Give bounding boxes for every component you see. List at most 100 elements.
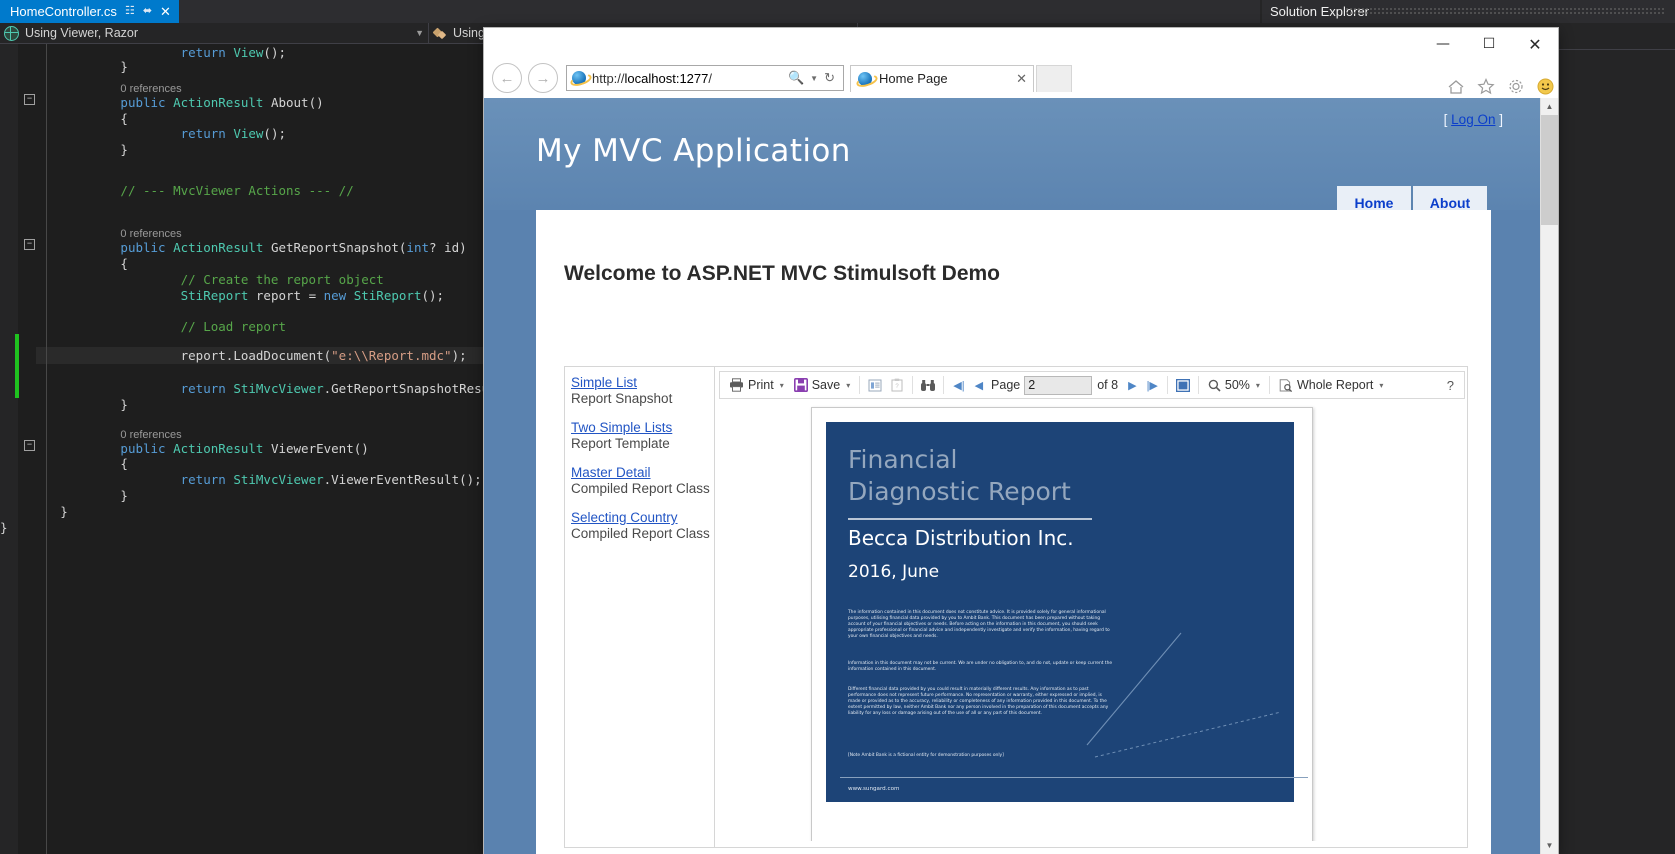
list-item[interactable]: Simple List Report Snapshot [571, 375, 711, 407]
page-scrollbar[interactable]: ▲ ▼ [1540, 98, 1558, 854]
last-page-button[interactable]: |▶ [1142, 379, 1163, 392]
page-title: Welcome to ASP.NET MVC Stimulsoft Demo [564, 262, 1001, 285]
sample-link-master-detail[interactable]: Master Detail [571, 465, 711, 481]
close-button[interactable]: ✕ [1512, 28, 1558, 60]
refresh-icon[interactable]: ↻ [822, 70, 837, 86]
forward-button[interactable]: → [528, 63, 558, 93]
help-button[interactable]: ? [1447, 378, 1460, 393]
save-button[interactable]: Save ▾ [789, 374, 856, 396]
report-title: Financial Diagnostic Report [848, 444, 1268, 508]
toolbar-separator [943, 376, 945, 394]
logon-bracket-left: [ [1443, 112, 1448, 127]
browser-title-bar[interactable]: — ☐ ✕ [484, 28, 1558, 60]
toolbar-separator [859, 376, 861, 394]
search-icon[interactable]: 🔍 [786, 70, 806, 86]
scroll-down-arrow[interactable]: ▼ [1541, 837, 1558, 854]
report-page: Financial Diagnostic Report Becca Distri… [811, 407, 1313, 841]
tab-pin-icon[interactable]: ⬌ [143, 0, 152, 23]
home-icon[interactable] [1447, 79, 1465, 95]
back-button[interactable]: ← [492, 63, 522, 93]
favorites-star-icon[interactable] [1477, 78, 1495, 95]
report-viewer: Print ▾ Save ▾ ? ◀| ◀ Page 2 of 8 ▶ |▶ 5… [714, 366, 1468, 848]
report-decorative-lines [1081, 617, 1296, 767]
outline-guide [46, 454, 52, 516]
report-title-line-2: Diagnostic Report [848, 477, 1071, 506]
title-underline [848, 518, 1092, 520]
next-page-button[interactable]: ▶ [1123, 379, 1141, 392]
sample-link-two-simple-lists[interactable]: Two Simple Lists [571, 420, 711, 436]
browser-tab-label: Home Page [879, 71, 948, 86]
binoculars-icon [921, 379, 936, 391]
address-bar-actions: 🔍 ▼ ↻ [786, 70, 839, 86]
sample-link-selecting-country[interactable]: Selecting Country [571, 510, 711, 526]
sample-subtitle: Report Template [571, 436, 670, 451]
report-disclaimer-1: The information contained in this docume… [848, 610, 1110, 640]
project-dropdown-label: Using Viewer, Razor [25, 26, 139, 40]
zoom-button[interactable]: 50% ▾ [1203, 374, 1265, 396]
maximize-button[interactable]: ☐ [1466, 28, 1512, 60]
report-disclaimer-3: Different financial data provided by you… [848, 687, 1109, 717]
gear-icon[interactable] [1507, 78, 1525, 95]
chevron-down-icon[interactable]: ▾ [1379, 381, 1383, 390]
list-item[interactable]: Two Simple Lists Report Template [571, 420, 711, 452]
project-dropdown[interactable]: Using Viewer, Razor ▼ [0, 23, 429, 43]
logon-area: [ Log On ] [1444, 112, 1503, 127]
bookmarks-icon [868, 379, 882, 391]
tab-favicon-icon [854, 71, 880, 89]
browser-command-bar [1447, 78, 1554, 95]
address-bar-url: http://localhost:1277/ [592, 70, 712, 86]
feedback-smiley-icon[interactable] [1537, 78, 1554, 95]
scrollbar-thumb[interactable] [1541, 115, 1558, 225]
report-canvas[interactable]: Financial Diagnostic Report Becca Distri… [719, 401, 1455, 841]
chevron-down-icon[interactable]: ▾ [1256, 381, 1260, 390]
mvc-application-page: [ Log On ] My MVC Application Home About… [484, 98, 1541, 854]
browser-viewport: [ Log On ] My MVC Application Home About… [484, 98, 1558, 854]
list-item[interactable]: Master Detail Compiled Report Class [571, 465, 711, 497]
outline-guide [46, 108, 52, 170]
editor-tab-strip: HomeController.cs ☷ ⬌ ✕ [0, 0, 1260, 23]
whole-report-icon [1279, 378, 1293, 392]
editor-tab-homecontroller[interactable]: HomeController.cs ☷ ⬌ ✕ [0, 0, 179, 23]
report-footer-url: www.sungard.com [848, 786, 900, 792]
sample-subtitle: Compiled Report Class [571, 526, 710, 541]
site-title: My MVC Application [536, 133, 851, 169]
tab-preview-icon[interactable]: ☷ [125, 0, 135, 23]
list-item[interactable]: Selecting Country Compiled Report Class [571, 510, 711, 542]
panel-drag-handle[interactable] [1345, 7, 1665, 16]
print-button[interactable]: Print ▾ [724, 374, 789, 396]
scroll-up-arrow[interactable]: ▲ [1541, 98, 1558, 115]
previous-page-button[interactable]: ◀ [970, 379, 988, 392]
address-bar[interactable]: http://localhost:1277/ 🔍 ▼ ↻ [566, 65, 844, 91]
chevron-down-icon[interactable]: ▼ [415, 28, 424, 38]
minimize-button[interactable]: — [1420, 28, 1466, 60]
window-controls: — ☐ ✕ [1420, 28, 1558, 60]
clipboard-parameters-icon: ? [891, 378, 903, 392]
parameters-button[interactable]: ? [886, 374, 908, 396]
first-page-button[interactable]: ◀| [948, 379, 969, 392]
report-disclaimer-2: Information in this document may not be … [848, 661, 1113, 673]
ie-logo-icon [568, 70, 594, 89]
sample-link-simple-list[interactable]: Simple List [571, 375, 711, 391]
report-company: Becca Distribution Inc. [848, 526, 1074, 550]
find-button[interactable] [917, 374, 939, 396]
browser-tab-home-page[interactable]: Home Page ✕ [850, 64, 1034, 92]
view-mode-button[interactable]: Whole Report ▾ [1274, 374, 1388, 396]
new-tab-button[interactable] [1036, 64, 1072, 92]
log-on-link[interactable]: Log On [1451, 112, 1495, 127]
chevron-down-icon[interactable]: ▾ [780, 381, 784, 390]
bookmarks-button[interactable] [864, 374, 886, 396]
report-disclaimer-4: [Note Ambit Bank is a fictional entity f… [848, 753, 1004, 758]
tab-close-icon[interactable]: ✕ [1016, 71, 1027, 87]
tab-close-icon[interactable]: ✕ [160, 0, 171, 23]
internet-explorer-window: — ☐ ✕ ← → http://localhost:1277/ 🔍 ▼ ↻ H… [484, 28, 1558, 854]
save-floppy-icon [793, 378, 808, 392]
report-cover-block: Financial Diagnostic Report Becca Distri… [826, 422, 1308, 802]
web-project-icon [4, 25, 19, 41]
page-view-mode-button[interactable] [1172, 374, 1194, 396]
chevron-down-icon[interactable]: ▼ [808, 74, 820, 83]
page-number-input[interactable] [1024, 375, 1093, 395]
sample-subtitle: Compiled Report Class [571, 481, 710, 496]
site-header: [ Log On ] My MVC Application Home About [484, 98, 1541, 220]
chevron-down-icon[interactable]: ▾ [846, 381, 850, 390]
view-mode-label: Whole Report [1296, 378, 1374, 392]
